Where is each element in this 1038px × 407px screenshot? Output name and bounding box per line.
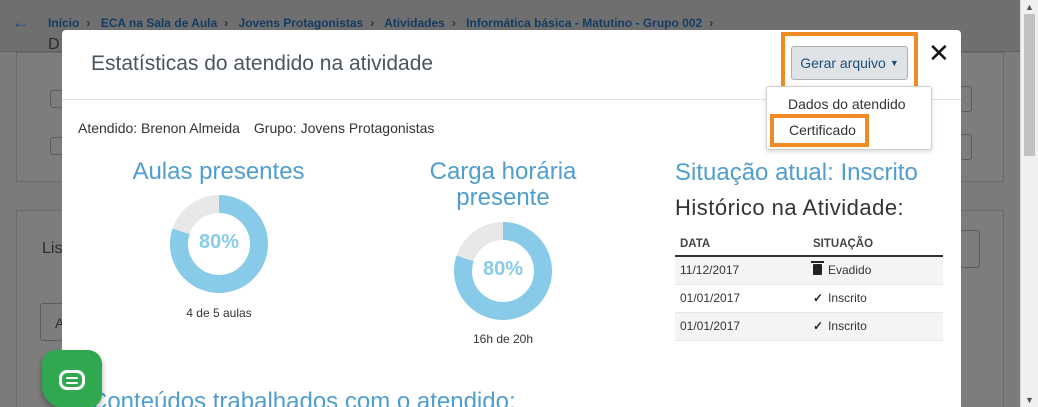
historico-table: DATA SITUAÇÃO 11/12/2017 Evadido 01/01/2… bbox=[675, 232, 943, 341]
breadcrumb-item[interactable]: Início bbox=[48, 16, 79, 30]
scroll-down-icon[interactable]: ▼ bbox=[1025, 395, 1034, 405]
row-date: 11/12/2017 bbox=[675, 256, 808, 285]
row-status: ✓ Inscrito bbox=[808, 284, 943, 313]
carga-horaria-title: Carga horária presente bbox=[402, 159, 604, 211]
menu-item-certificado[interactable]: Certificado bbox=[789, 122, 856, 138]
background-field bbox=[960, 134, 972, 160]
gerar-arquivo-highlight: Gerar arquivo ▼ bbox=[781, 32, 918, 90]
background-field bbox=[960, 230, 980, 268]
column-header-situacao: SITUAÇÃO bbox=[808, 232, 943, 257]
background-field bbox=[960, 86, 972, 112]
chevron-down-icon: ▼ bbox=[889, 58, 899, 68]
trash-icon bbox=[811, 261, 824, 276]
gerar-arquivo-label: Gerar arquivo bbox=[800, 55, 886, 71]
aulas-caption: 4 de 5 aulas bbox=[186, 306, 252, 320]
check-icon: ✓ bbox=[813, 291, 824, 305]
aulas-presentes-title: Aulas presentes bbox=[132, 158, 305, 185]
breadcrumb-item[interactable]: Atividades bbox=[384, 16, 445, 30]
carga-percent: 80% bbox=[482, 258, 524, 280]
back-arrow-icon[interactable]: ← bbox=[12, 12, 30, 33]
menu-item-dados-atendido[interactable]: Dados do atendido bbox=[788, 96, 906, 112]
chat-button[interactable] bbox=[42, 350, 102, 407]
column-header-data: DATA bbox=[675, 232, 808, 257]
row-status-label: Evadido bbox=[828, 263, 872, 278]
row-date: 01/01/2017 bbox=[675, 284, 808, 313]
row-status: ✓ Inscrito bbox=[808, 312, 943, 341]
atendido-info: Atendido: Brenon Almeida Grupo: Jovens Pr… bbox=[78, 120, 434, 136]
breadcrumb: Início › ECA na Sala de Aula › Jovens Prot… bbox=[48, 16, 714, 30]
certificado-highlight: Certificado bbox=[770, 114, 869, 147]
carga-horaria-title-line1: Carga horária bbox=[429, 158, 577, 185]
breadcrumb-item[interactable]: Informática básica - Matutino - Grupo 00… bbox=[466, 16, 702, 30]
row-status: Evadido bbox=[808, 256, 943, 285]
row-status-label: Inscrito bbox=[828, 291, 867, 305]
atendido-name: Atendido: Brenon Almeida bbox=[78, 120, 240, 136]
situacao-atual: Situação atual: Inscrito bbox=[675, 159, 918, 186]
aulas-percent: 80% bbox=[198, 231, 240, 253]
historico-title: Histórico na Atividade: bbox=[675, 195, 905, 220]
modal-title: Estatísticas do atendido na atividade bbox=[91, 52, 434, 75]
scroll-thumb[interactable] bbox=[1024, 14, 1035, 156]
gerar-arquivo-dropdown: Dados do atendido Certificado bbox=[766, 86, 932, 150]
close-icon[interactable]: ✕ bbox=[928, 40, 950, 66]
chat-icon bbox=[59, 370, 85, 390]
breadcrumb-item[interactable]: ECA na Sala de Aula bbox=[101, 16, 217, 30]
carga-horaria-title-line2: presente bbox=[456, 184, 550, 211]
table-row: 01/01/2017 ✓ Inscrito bbox=[675, 284, 943, 313]
background-card-title: Lis bbox=[42, 240, 63, 257]
table-header-row: DATA SITUAÇÃO bbox=[675, 232, 943, 257]
carga-caption: 16h de 20h bbox=[472, 332, 534, 346]
breadcrumb-item[interactable]: Jovens Protagonistas bbox=[239, 16, 364, 30]
check-icon: ✓ bbox=[813, 319, 824, 333]
conteudos-title: Conteúdos trabalhados com o atendido: bbox=[90, 388, 516, 407]
row-status-label: Inscrito bbox=[828, 319, 867, 333]
gerar-arquivo-button[interactable]: Gerar arquivo ▼ bbox=[791, 46, 908, 80]
grupo-name: Grupo: Jovens Protagonistas bbox=[253, 120, 435, 136]
background-card-title: D bbox=[48, 36, 60, 53]
row-date: 01/01/2017 bbox=[675, 312, 808, 341]
table-row: 11/12/2017 Evadido bbox=[675, 256, 943, 285]
page-scrollbar[interactable]: ▲ ▼ bbox=[1020, 0, 1038, 407]
table-row: 01/01/2017 ✓ Inscrito bbox=[675, 312, 943, 341]
scroll-up-icon[interactable]: ▲ bbox=[1025, 2, 1034, 12]
